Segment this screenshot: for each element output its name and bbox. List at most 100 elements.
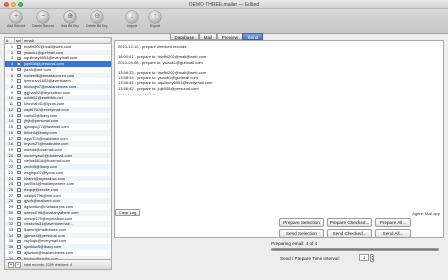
row-checkbox[interactable] bbox=[17, 96, 21, 101]
row-select-cell bbox=[15, 130, 23, 135]
row-select-cell bbox=[15, 153, 23, 158]
row-checkbox[interactable]: ✓ bbox=[17, 50, 21, 55]
row-checkbox[interactable]: ✓ bbox=[17, 56, 21, 61]
row-checkbox[interactable] bbox=[17, 182, 21, 186]
row-checkbox[interactable] bbox=[17, 90, 21, 95]
row-checkbox[interactable] bbox=[17, 188, 21, 192]
row-select-cell bbox=[15, 233, 23, 238]
row-checkbox[interactable] bbox=[17, 148, 21, 152]
row-checkbox[interactable]: ✓ bbox=[17, 45, 21, 49]
row-checkbox[interactable] bbox=[17, 142, 21, 146]
add-icon: + bbox=[10, 11, 22, 23]
row-select-cell bbox=[15, 222, 23, 226]
row-checkbox[interactable] bbox=[17, 102, 21, 106]
row-checkbox[interactable] bbox=[17, 228, 21, 232]
row-checkbox[interactable] bbox=[17, 79, 21, 83]
row-checkbox[interactable] bbox=[17, 136, 21, 141]
interval-stepper[interactable]: ▲ ▼ bbox=[370, 253, 374, 262]
row-select-cell bbox=[15, 148, 23, 152]
row-select-cell bbox=[15, 79, 23, 83]
row-select-cell bbox=[15, 136, 23, 141]
toolbar-button-label: Add Record bbox=[7, 24, 25, 28]
list-rows: 1 ✓ tnwfhl202@mail@web.com 2 ✓ ysiaok1@gurlma… bbox=[5, 44, 111, 261]
row-checkbox[interactable] bbox=[17, 250, 21, 255]
export-icon: ↑ bbox=[149, 11, 161, 23]
key-delete-icon: ⊖ bbox=[91, 11, 103, 23]
stepper-down-icon[interactable]: ▼ bbox=[371, 257, 374, 262]
row-select-cell bbox=[15, 188, 23, 192]
row-select-cell bbox=[15, 205, 23, 209]
records-list: # sel email 1 ✓ tnwfhl202@mail@web.com 2 ✓ ys… bbox=[4, 37, 112, 270]
row-select-cell bbox=[15, 73, 23, 78]
toolbar-button-label: Import bbox=[127, 24, 137, 28]
row-checkbox[interactable] bbox=[17, 222, 21, 226]
tab-mail[interactable]: Mail bbox=[198, 33, 218, 40]
row-checkbox[interactable] bbox=[17, 233, 21, 238]
window-title: DEMO THREE.mailer — Edited bbox=[188, 1, 260, 8]
row-checkbox[interactable] bbox=[17, 245, 21, 249]
row-select-cell bbox=[15, 102, 23, 106]
row-select-cell: ✓ bbox=[15, 45, 23, 49]
toolbar-button-add-bit-key[interactable]: ⊕ Add Bit Key bbox=[58, 10, 82, 32]
row-checkbox[interactable] bbox=[17, 113, 21, 118]
column-header-sel[interactable]: sel bbox=[15, 38, 23, 43]
row-checkbox[interactable] bbox=[17, 210, 21, 215]
toolbar: + Add Record − Delete Record ⊕ Add Bit Key ⊖ De… bbox=[0, 9, 448, 34]
row-checkbox[interactable] bbox=[17, 130, 21, 135]
row-checkbox[interactable] bbox=[17, 216, 21, 221]
progress-label: Preparing email: 4 of 4 bbox=[271, 241, 318, 246]
tab-send[interactable]: Send bbox=[242, 33, 264, 40]
tab-database[interactable]: Database bbox=[169, 33, 200, 40]
row-checkbox[interactable] bbox=[17, 205, 21, 209]
row-checkbox[interactable] bbox=[17, 85, 21, 89]
send-all-button[interactable]: Send All... bbox=[375, 229, 411, 238]
interval-field[interactable]: 1 bbox=[359, 254, 369, 261]
column-header-email[interactable]: email bbox=[23, 38, 111, 43]
prepare-selection-button[interactable]: Prepare Selection bbox=[279, 218, 324, 227]
row-checkbox[interactable] bbox=[17, 199, 21, 204]
toolbar-button-add-record[interactable]: + Add Record bbox=[4, 10, 28, 32]
toolbar-button-import[interactable]: ↓ Import bbox=[120, 10, 144, 32]
agent-label: Agent: Mail.app bbox=[412, 211, 440, 216]
delete-icon: − bbox=[37, 11, 49, 23]
row-select-cell: ✓ bbox=[15, 62, 23, 66]
row-checkbox[interactable] bbox=[17, 67, 21, 72]
row-select-cell: ✓ bbox=[15, 56, 23, 61]
row-select-cell bbox=[15, 239, 23, 244]
toolbar-button-delete-record[interactable]: − Delete Record bbox=[31, 10, 55, 32]
row-select-cell bbox=[15, 250, 23, 255]
tab-preview[interactable]: Preview bbox=[216, 33, 243, 40]
toolbar-button-label: Export bbox=[150, 24, 160, 28]
row-checkbox[interactable]: ✓ bbox=[17, 62, 21, 66]
row-checkbox[interactable] bbox=[17, 125, 21, 129]
toolbar-button-delete-bit-key[interactable]: ⊖ Delete Bit Key bbox=[85, 10, 109, 32]
progress-bar bbox=[271, 248, 439, 251]
toolbar-button-export[interactable]: ↑ Export bbox=[143, 10, 167, 32]
prepare-checked-button[interactable]: Prepare Checked... bbox=[327, 218, 372, 227]
row-select-cell bbox=[15, 159, 23, 163]
row-checkbox[interactable] bbox=[17, 119, 21, 123]
prepare-all-button[interactable]: Prepare All... bbox=[375, 218, 411, 227]
row-checkbox[interactable] bbox=[17, 165, 21, 169]
row-checkbox[interactable] bbox=[17, 73, 21, 78]
column-header-number[interactable]: # bbox=[5, 38, 15, 43]
row-checkbox[interactable] bbox=[17, 108, 21, 112]
send-selection-button[interactable]: Send Selection bbox=[279, 229, 324, 238]
row-select-cell bbox=[15, 245, 23, 249]
remove-record-small-button[interactable]: − bbox=[15, 262, 21, 268]
row-select-cell bbox=[15, 90, 23, 95]
row-select-cell bbox=[15, 182, 23, 186]
row-checkbox[interactable] bbox=[17, 153, 21, 158]
row-checkbox[interactable] bbox=[17, 159, 21, 163]
row-select-cell bbox=[15, 96, 23, 101]
send-button-row: Send Selection Send Checked... Send All.… bbox=[279, 229, 411, 238]
row-checkbox[interactable] bbox=[17, 239, 21, 244]
clear-log-button[interactable]: Clear Log bbox=[115, 209, 141, 216]
row-select-cell bbox=[15, 210, 23, 215]
send-checked-button[interactable]: Send Checked... bbox=[327, 229, 372, 238]
add-record-small-button[interactable]: + bbox=[8, 262, 14, 268]
row-checkbox[interactable] bbox=[17, 170, 21, 175]
progress-fill bbox=[272, 249, 438, 250]
row-checkbox[interactable] bbox=[17, 176, 21, 181]
row-checkbox[interactable] bbox=[17, 193, 21, 198]
